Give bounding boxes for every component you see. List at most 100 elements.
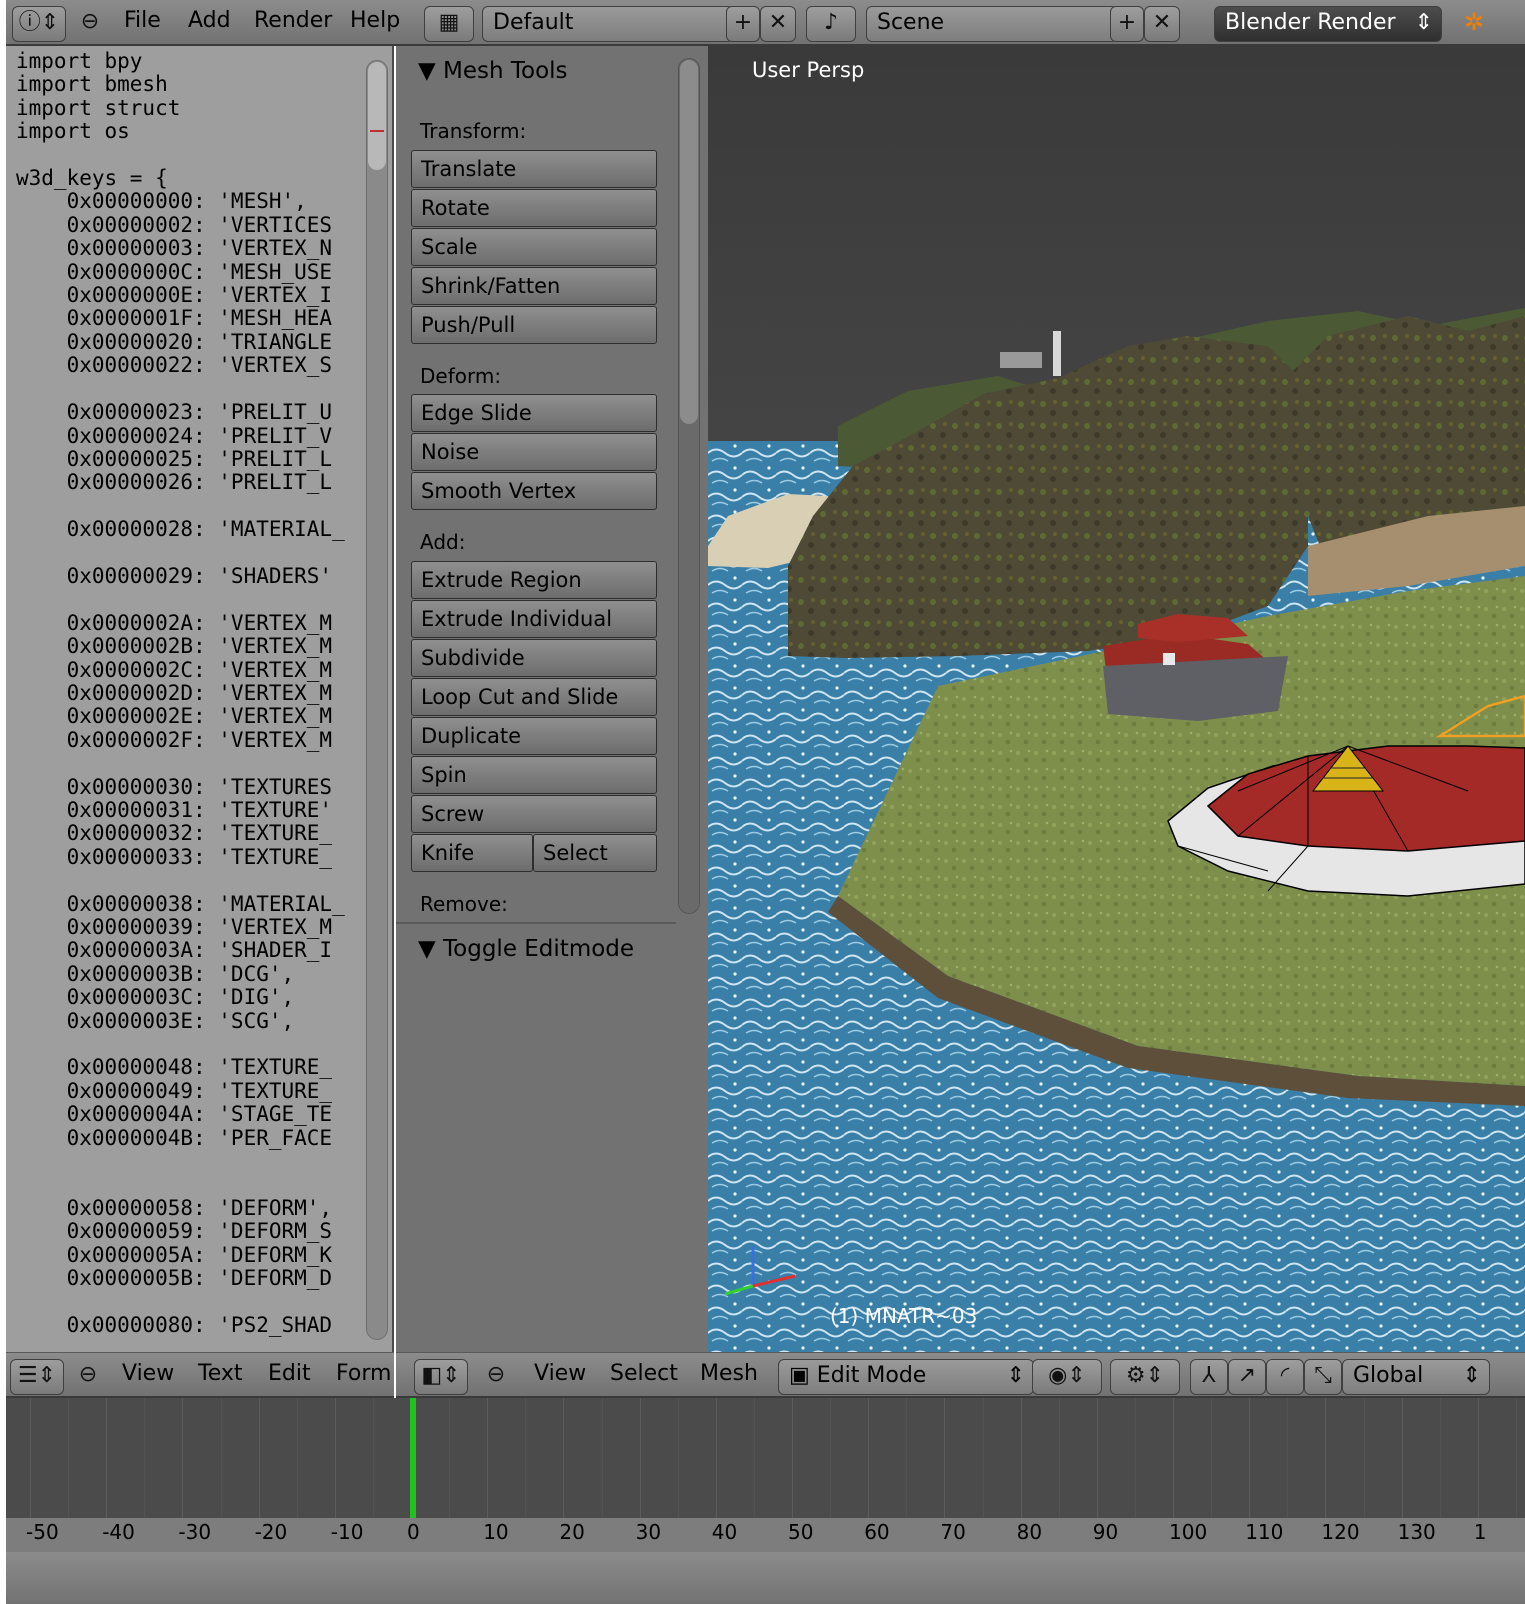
scale-button[interactable]: Scale — [411, 228, 657, 266]
timeline-grid-line — [1020, 1398, 1022, 1518]
text-menu-view[interactable]: View — [122, 1361, 174, 1386]
scene-render — [708, 46, 1525, 1352]
menu-render[interactable]: Render — [254, 8, 332, 33]
transform-orientation-dropdown[interactable]: Global ⇕ — [1342, 1359, 1490, 1395]
text-editor[interactable]: import bpy import bmesh import struct im… — [6, 46, 394, 1352]
collapse-triangle-icon: ▼ — [418, 936, 436, 962]
delete-layout-icon[interactable]: ✕ — [760, 6, 796, 42]
collapse-menus-icon[interactable]: ⊖ — [76, 6, 104, 40]
duplicate-button[interactable]: Duplicate — [411, 717, 657, 755]
timeline[interactable] — [6, 1398, 1525, 1518]
panel-divider — [396, 922, 676, 924]
current-frame-cursor[interactable] — [410, 1398, 416, 1518]
viewport-shading-icon[interactable]: ◉⇕ — [1032, 1359, 1102, 1395]
loop-cut-and-slide-button[interactable]: Loop Cut and Slide — [411, 678, 657, 716]
knife-button[interactable]: Knife — [411, 834, 533, 872]
3d-viewport[interactable]: User Persp (1) MNATR~03 — [708, 46, 1525, 1352]
add-scene-icon[interactable]: + — [1110, 6, 1144, 42]
code-text[interactable]: import bpy import bmesh import struct im… — [16, 49, 345, 1337]
timeline-grid-line — [906, 1398, 908, 1518]
collapse-menus-icon[interactable]: ⊖ — [74, 1359, 102, 1393]
screw-button[interactable]: Screw — [411, 795, 657, 833]
rotate-manipulator-icon[interactable]: ◜ — [1266, 1359, 1304, 1395]
screen-layout-dropdown[interactable]: Default — [482, 6, 734, 42]
timeline-tick-label: 60 — [864, 1520, 890, 1544]
timeline-tick-label: 130 — [1397, 1520, 1436, 1544]
collapse-menus-icon[interactable]: ⊖ — [482, 1359, 510, 1393]
editor-type-3d-view-icon[interactable]: ◧⇕ — [414, 1359, 468, 1395]
timeline-grid-line — [1477, 1398, 1479, 1518]
view-name-label: User Persp — [752, 58, 865, 82]
delete-scene-icon[interactable]: ✕ — [1144, 6, 1180, 42]
select-menu[interactable]: Select — [610, 1361, 678, 1386]
timeline-grid-line — [182, 1398, 184, 1518]
timeline-tick-label: 50 — [788, 1520, 814, 1544]
code-scrollbar[interactable] — [366, 60, 388, 1340]
render-engine-dropdown[interactable]: Blender Render ⇕ — [1214, 6, 1442, 42]
text-menu-text[interactable]: Text — [198, 1361, 243, 1386]
dropdown-arrows-icon: ⇕ — [1462, 1363, 1481, 1388]
mesh-menu[interactable]: Mesh — [700, 1361, 758, 1386]
subdivide-button[interactable]: Subdivide — [411, 639, 657, 677]
spin-button[interactable]: Spin — [411, 756, 657, 794]
timeline-grid-line — [220, 1398, 222, 1518]
timeline-tick-label: 110 — [1245, 1520, 1284, 1544]
scene-icon[interactable]: ♪ — [806, 6, 856, 42]
push-pull-button[interactable]: Push/Pull — [411, 306, 657, 344]
3d-view-header: ◧⇕ ⊖ View Select Mesh ▣ Edit Mode ⇕ ◉⇕ ⚙… — [396, 1352, 1525, 1398]
text-menu-edit[interactable]: Edit — [268, 1361, 311, 1386]
extrude-individual-button[interactable]: Extrude Individual — [411, 600, 657, 638]
smooth-vertex-button[interactable]: Smooth Vertex — [411, 472, 657, 510]
menu-add[interactable]: Add — [188, 8, 231, 33]
toggle-editmode-panel-header[interactable]: ▼ Toggle Editmode — [418, 936, 634, 962]
timeline-grid-line — [1134, 1398, 1136, 1518]
timeline-tick-label: 20 — [559, 1520, 585, 1544]
rotate-button[interactable]: Rotate — [411, 189, 657, 227]
timeline-grid-line — [258, 1398, 260, 1518]
blender-logo-icon: ✲ — [1464, 8, 1485, 36]
timeline-grid-line — [715, 1398, 717, 1518]
scene-dropdown[interactable]: Scene — [866, 6, 1118, 42]
menu-file[interactable]: File — [124, 8, 161, 33]
translate-manipulator-icon[interactable]: ↗ — [1228, 1359, 1266, 1395]
extrude-region-button[interactable]: Extrude Region — [411, 561, 657, 599]
edge-slide-button[interactable]: Edge Slide — [411, 394, 657, 432]
interaction-mode-label: Edit Mode — [816, 1363, 927, 1388]
interaction-mode-dropdown[interactable]: ▣ Edit Mode ⇕ — [778, 1359, 1034, 1395]
timeline-grid-line — [1401, 1398, 1403, 1518]
scroll-marker — [370, 130, 384, 132]
code-scrollbar-thumb[interactable] — [368, 62, 386, 170]
view-menu[interactable]: View — [534, 1361, 586, 1386]
timeline-tick-label: 10 — [483, 1520, 509, 1544]
shrink-fatten-button[interactable]: Shrink/Fatten — [411, 267, 657, 305]
timeline-tick-label: -10 — [330, 1520, 364, 1544]
timeline-grid-line — [525, 1398, 527, 1518]
translate-button[interactable]: Translate — [411, 150, 657, 188]
timeline-ruler[interactable] — [6, 1518, 1525, 1552]
screen-layout-icon[interactable]: ▦ — [424, 6, 474, 42]
text-menu-format[interactable]: Form — [336, 1361, 391, 1386]
menu-help[interactable]: Help — [350, 8, 400, 33]
timeline-grid-line — [944, 1398, 946, 1518]
timeline-tick-label: 40 — [711, 1520, 738, 1544]
timeline-grid-line — [144, 1398, 146, 1518]
manipulator-toggle-icon[interactable]: ⅄ — [1190, 1359, 1228, 1395]
tool-shelf-scrollbar-thumb[interactable] — [680, 60, 698, 424]
pivot-point-icon[interactable]: ⚙⇕ — [1110, 1359, 1180, 1395]
timeline-grid-line — [30, 1398, 31, 1518]
timeline-tick-label: -20 — [254, 1520, 288, 1544]
timeline-grid-line — [601, 1398, 603, 1518]
add-layout-icon[interactable]: + — [726, 6, 760, 42]
editor-type-info-icon[interactable]: ⓘ⇕ — [12, 6, 66, 42]
editor-type-text-icon[interactable]: ☰⇕ — [10, 1359, 64, 1395]
timeline-grid-line — [372, 1398, 374, 1518]
deform-label: Deform: — [420, 364, 502, 388]
mesh-tools-panel-header[interactable]: ▼ Mesh Tools — [418, 58, 568, 84]
timeline-tick-label: 90 — [1092, 1520, 1119, 1544]
timeline-grid-line — [1173, 1398, 1174, 1518]
scale-manipulator-icon[interactable]: ⤡ — [1304, 1359, 1342, 1395]
timeline-grid-line — [1287, 1398, 1289, 1518]
remove-label: Remove: — [420, 892, 508, 916]
knife-select-button[interactable]: Select — [533, 834, 657, 872]
noise-button[interactable]: Noise — [411, 433, 657, 471]
